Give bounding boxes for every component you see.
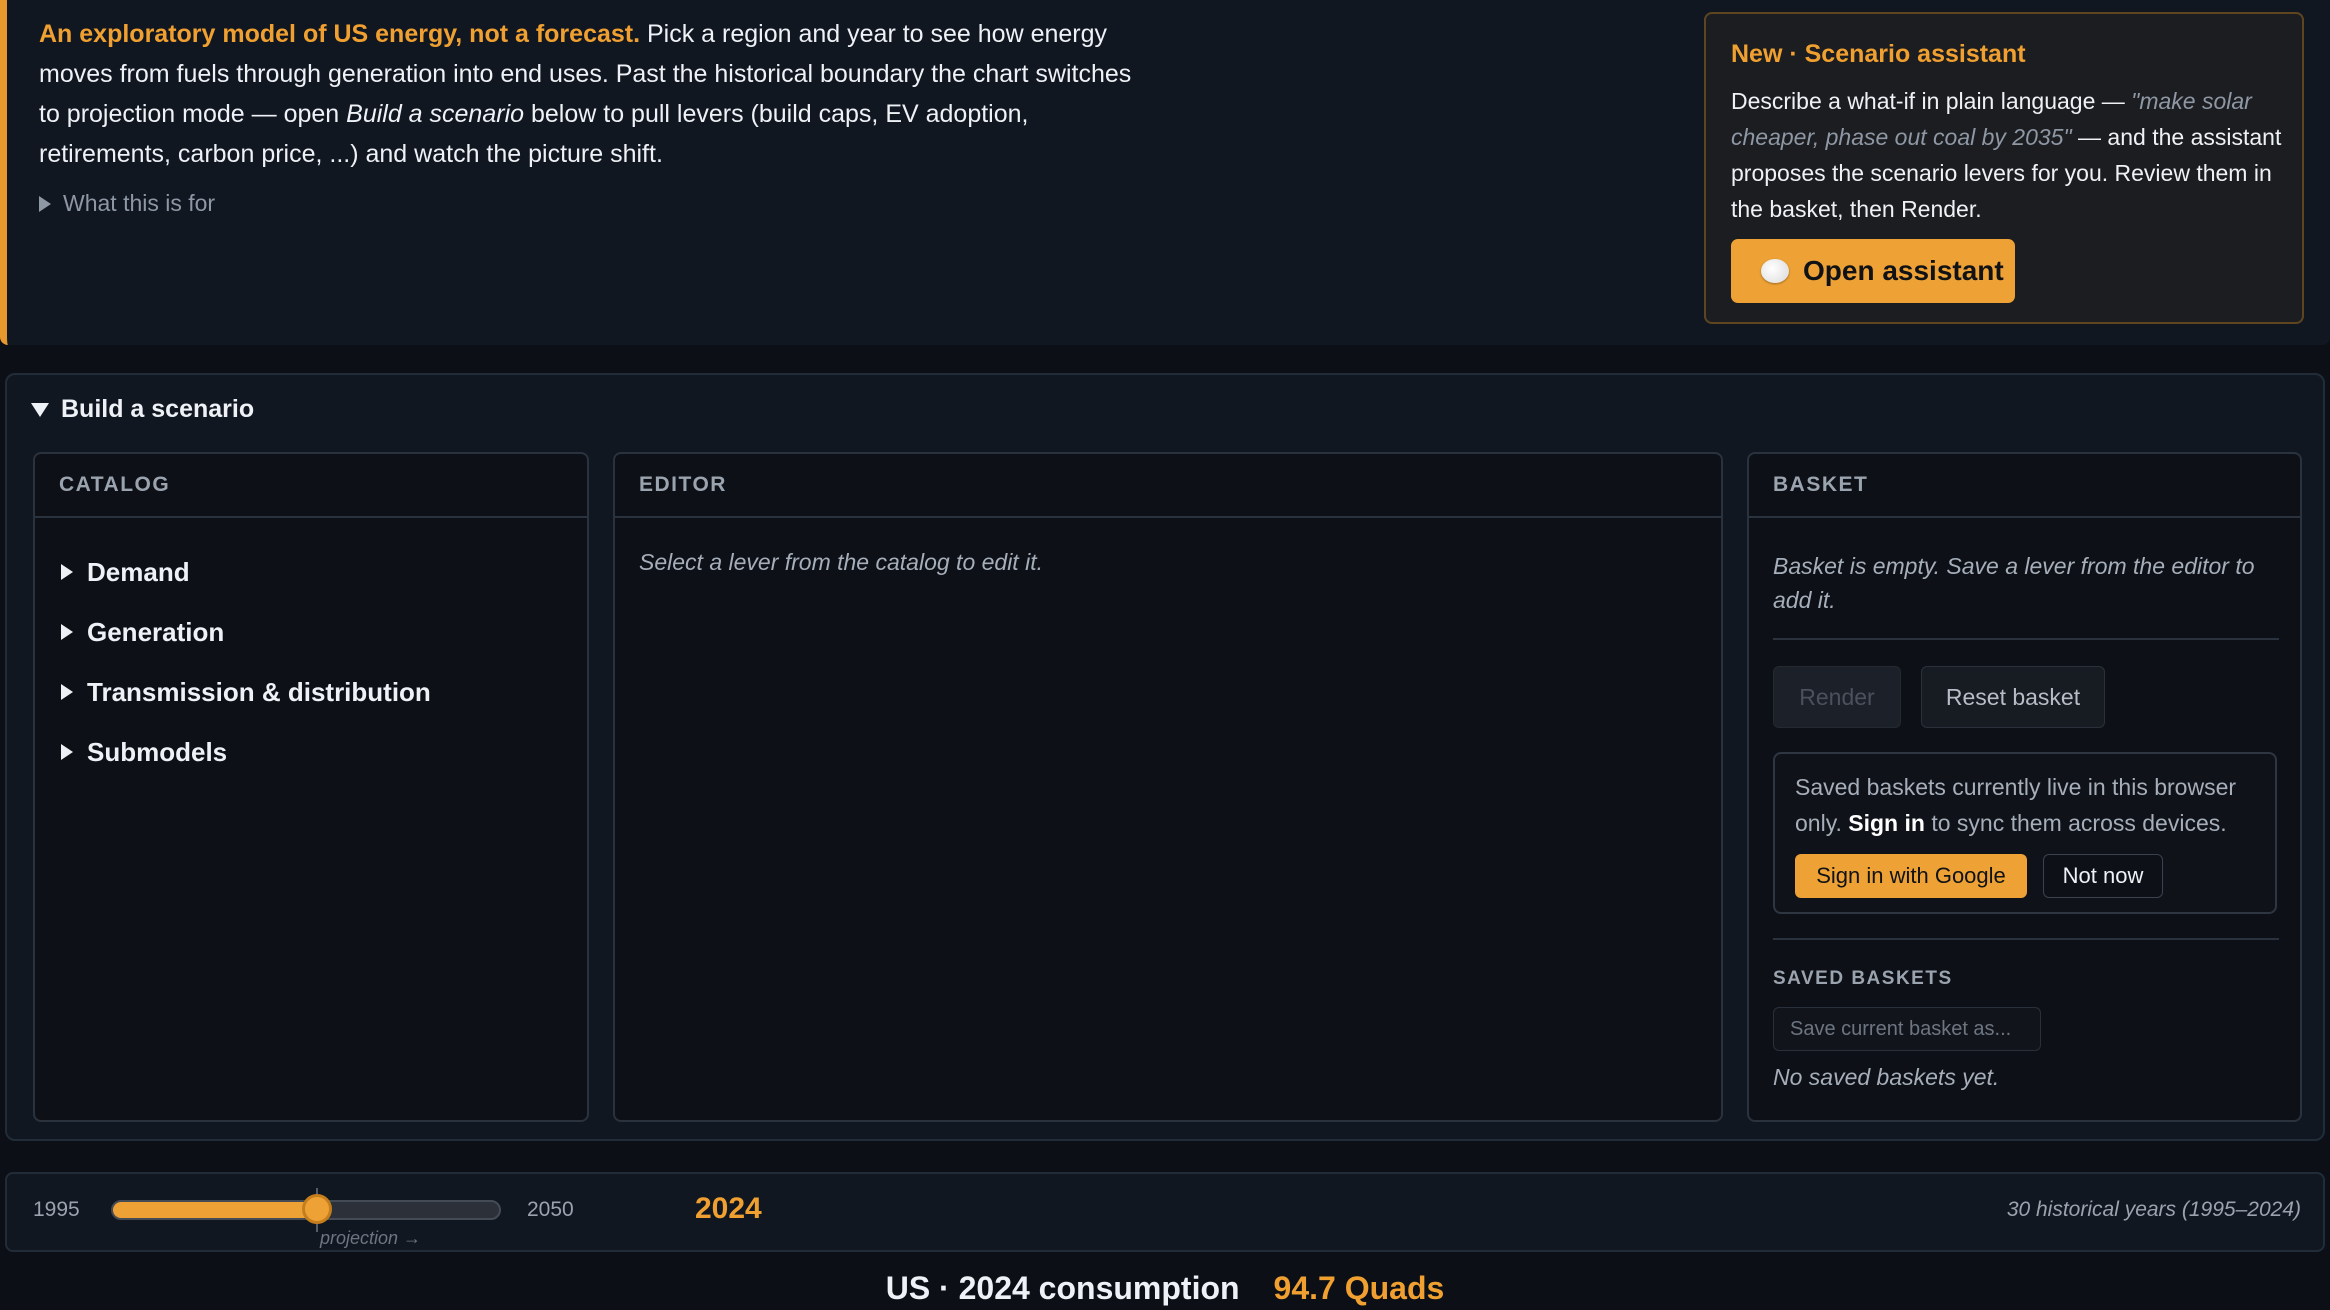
consumption-heading: US · 2024 consumption 94.7 Quads: [0, 1270, 2330, 1307]
disclosure-right-icon: [61, 744, 73, 760]
catalog-item-transmission[interactable]: Transmission & distribution: [35, 662, 587, 722]
disclosure-right-icon: [61, 684, 73, 700]
consumption-value: 94.7 Quads: [1273, 1270, 1445, 1306]
editor-panel: EDITOR Select a lever from the catalog t…: [613, 452, 1723, 1122]
build-scenario-section: Build a scenario CATALOG Demand Generati…: [5, 373, 2325, 1141]
basket-empty-message: Basket is empty. Save a lever from the e…: [1773, 553, 2255, 613]
intro-text: An exploratory model of US energy, not a…: [39, 14, 1149, 174]
assistant-description: Describe a what-if in plain language — "…: [1731, 83, 2291, 227]
intro-lead: An exploratory model of US energy, not a…: [39, 20, 641, 48]
historical-years-note: 30 historical years (1995–2024): [2006, 1198, 2301, 1221]
open-assistant-label: Open assistant: [1803, 255, 2004, 286]
catalog-item-label: Generation: [87, 616, 225, 647]
catalog-title: CATALOG: [35, 454, 587, 518]
sign-in-link[interactable]: Sign in: [1848, 810, 1925, 836]
basket-title: BASKET: [1749, 454, 2300, 518]
year-slider[interactable]: [111, 1188, 501, 1232]
consumption-label: US · 2024 consumption: [885, 1270, 1240, 1306]
disclosure-down-icon: [31, 402, 49, 417]
editor-title: EDITOR: [615, 454, 1721, 518]
catalog-item-generation[interactable]: Generation: [35, 602, 587, 662]
assistant-desc-part-1: Describe a what-if in plain language —: [1731, 88, 2132, 114]
disclosure-right-icon: [61, 564, 73, 580]
catalog-item-label: Submodels: [87, 736, 228, 767]
catalog-item-label: Transmission & distribution: [87, 676, 431, 707]
intro-banner: An exploratory model of US energy, not a…: [0, 0, 2330, 345]
open-assistant-button[interactable]: Open assistant: [1731, 239, 2015, 303]
sign-in-notice: Saved baskets currently live in this bro…: [1773, 752, 2277, 914]
not-now-button[interactable]: Not now: [2043, 854, 2163, 898]
what-this-is-for-label: What this is for: [63, 190, 216, 216]
selected-year: 2024: [695, 1192, 762, 1225]
scenario-assistant-card: New · Scenario assistant Describe a what…: [1704, 12, 2304, 324]
year-slider-thumb[interactable]: [302, 1194, 332, 1224]
chat-bubble-icon: [1761, 259, 1789, 283]
timeline-max-year: 2050: [527, 1198, 574, 1221]
assistant-title: New · Scenario assistant: [1731, 40, 2026, 68]
projection-label: projection →: [320, 1228, 422, 1248]
editor-hint: Select a lever from the catalog to edit …: [639, 549, 1043, 575]
basket-divider: [1773, 638, 2279, 640]
catalog-item-demand[interactable]: Demand: [35, 542, 587, 602]
saved-baskets-title: SAVED BASKETS: [1773, 968, 1953, 989]
no-saved-baskets-message: No saved baskets yet.: [1773, 1064, 2000, 1090]
render-button[interactable]: Render: [1773, 666, 1901, 728]
catalog-list: Demand Generation Transmission & distrib…: [35, 518, 587, 782]
catalog-panel: CATALOG Demand Generation Transmission &…: [33, 452, 589, 1122]
catalog-item-label: Demand: [87, 556, 190, 587]
basket-panel: BASKET Basket is empty. Save a lever fro…: [1747, 452, 2302, 1122]
timeline-min-year: 1995: [33, 1198, 80, 1221]
intro-emphasis: Build a scenario: [346, 100, 525, 128]
what-this-is-for-toggle[interactable]: What this is for: [39, 190, 215, 217]
year-timeline: 1995 projection → 2050 2024 30 historica…: [5, 1172, 2325, 1252]
disclosure-right-icon: [39, 195, 51, 212]
catalog-item-submodels[interactable]: Submodels: [35, 722, 587, 782]
reset-basket-button[interactable]: Reset basket: [1921, 666, 2105, 728]
year-slider-fill: [113, 1202, 317, 1218]
build-scenario-toggle[interactable]: Build a scenario: [31, 395, 254, 424]
disclosure-right-icon: [61, 624, 73, 640]
sign-in-with-google-button[interactable]: Sign in with Google: [1795, 854, 2027, 898]
basket-divider: [1773, 938, 2279, 940]
build-scenario-label: Build a scenario: [61, 395, 255, 423]
sign-in-notice-part-2: to sync them across devices.: [1924, 810, 2227, 836]
sign-in-notice-text: Saved baskets currently live in this bro…: [1795, 769, 2265, 841]
save-basket-input[interactable]: [1773, 1007, 2041, 1051]
